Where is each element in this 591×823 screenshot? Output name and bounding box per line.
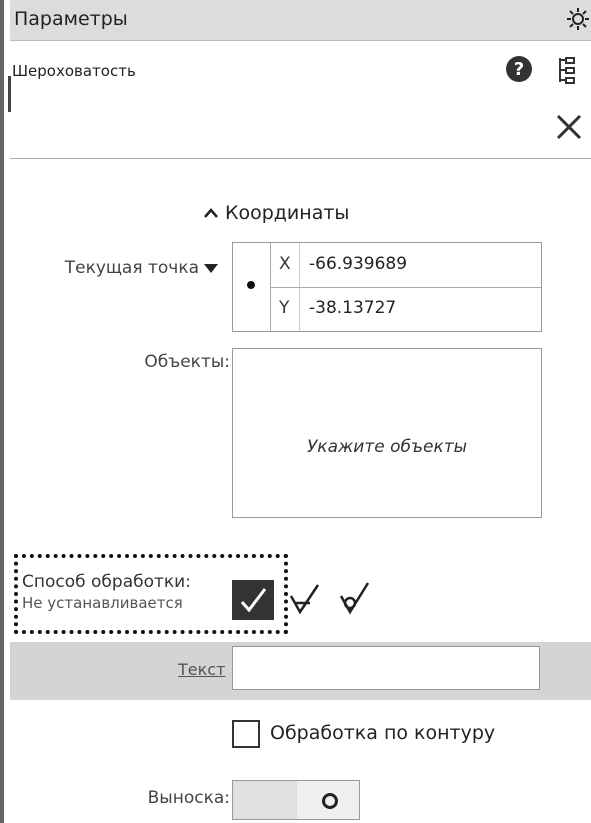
processing-method-value: Не устанавливается (22, 594, 183, 612)
close-icon[interactable] (554, 112, 584, 146)
coordinate-input-group: X -66.939689 Y -38.13727 (232, 242, 542, 332)
divider (270, 287, 541, 288)
y-coordinate-field[interactable]: -38.13727 (309, 298, 396, 318)
chevron-up-icon (203, 202, 219, 224)
method-remove-material-button[interactable] (288, 582, 324, 620)
method-keep-material-button[interactable] (338, 580, 374, 620)
contour-label: Обработка по контуру (270, 722, 496, 744)
panel-titlebar: Параметры (10, 0, 591, 41)
leader-label: Выноска: (147, 788, 230, 808)
y-axis-label: Y (279, 298, 290, 318)
caret-down-icon[interactable] (204, 264, 218, 273)
x-coordinate-field[interactable]: -66.939689 (309, 254, 407, 274)
leader-segmented-control (232, 780, 360, 820)
coordinates-section-header[interactable]: Координаты (203, 202, 349, 224)
processing-method-label: Способ обработки: (22, 572, 191, 592)
objects-selection-field[interactable]: Укажите объекты (232, 348, 542, 518)
tree-icon[interactable] (556, 56, 578, 90)
text-row: Текст (10, 642, 591, 700)
coordinates-section-title: Координаты (225, 202, 350, 224)
command-name: Шероховатость (12, 62, 136, 80)
circle-icon (322, 793, 338, 809)
point-marker-icon[interactable] (247, 281, 255, 289)
gear-icon[interactable] (565, 6, 591, 36)
current-point-label: Текущая точка (64, 258, 199, 278)
svg-text:?: ? (514, 59, 524, 80)
objects-hint: Укажите объекты (306, 437, 468, 457)
objects-label: Объекты: (144, 352, 230, 372)
text-link[interactable]: Текст (178, 660, 225, 679)
help-icon[interactable]: ? (504, 54, 534, 88)
parameters-panel: Параметры Шероховатость ? Координаты Тек… (0, 0, 591, 823)
left-edge-marker (8, 76, 11, 112)
leader-circle-option[interactable] (297, 781, 359, 819)
panel-title: Параметры (14, 8, 128, 30)
leader-none-option[interactable] (233, 781, 298, 819)
method-not-set-button[interactable] (232, 580, 274, 620)
header-separator (10, 158, 591, 159)
contour-checkbox[interactable] (232, 720, 260, 748)
text-input[interactable] (232, 646, 540, 690)
x-axis-label: X (279, 254, 291, 274)
